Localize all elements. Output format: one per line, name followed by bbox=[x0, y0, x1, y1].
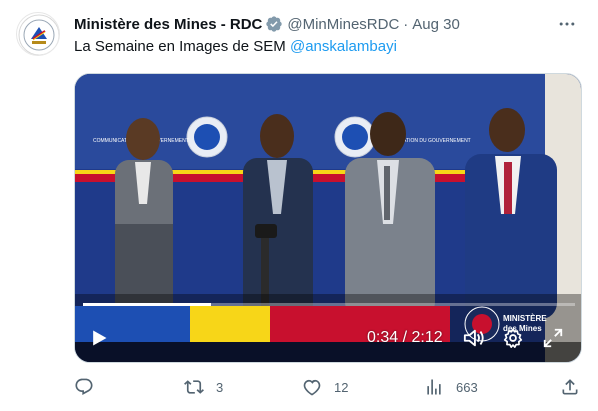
separator-dot: · bbox=[403, 15, 409, 33]
tweet-timestamp[interactable]: Aug 30 bbox=[412, 16, 460, 33]
play-icon[interactable] bbox=[87, 326, 111, 350]
like-button[interactable]: 12 bbox=[302, 375, 348, 399]
fullscreen-icon[interactable] bbox=[541, 326, 565, 350]
tweet-card[interactable]: Ministère des Mines - RDC @MinMinesRDC ·… bbox=[0, 0, 598, 411]
avatar[interactable] bbox=[16, 12, 60, 56]
analytics-icon bbox=[427, 379, 441, 395]
retweet-button[interactable]: 3 bbox=[184, 375, 223, 399]
more-dots-icon[interactable] bbox=[556, 13, 578, 35]
tweet-header: Ministère des Mines - RDC @MinMinesRDC ·… bbox=[74, 13, 574, 35]
like-count: 12 bbox=[334, 379, 349, 395]
verified-badge-icon[interactable] bbox=[265, 15, 283, 33]
share-icon bbox=[562, 379, 578, 395]
tweet-body: La Semaine en Images de SEM bbox=[74, 38, 286, 55]
retweet-count: 3 bbox=[216, 379, 224, 395]
author-handle[interactable]: @MinMinesRDC bbox=[287, 16, 399, 33]
views-button[interactable]: 663 bbox=[424, 375, 478, 399]
reply-icon bbox=[75, 378, 93, 396]
video-timecode: 0:34 / 2:12 bbox=[367, 329, 443, 346]
share-button[interactable] bbox=[560, 375, 580, 399]
volume-icon[interactable] bbox=[461, 326, 487, 350]
video-progress-bar[interactable] bbox=[83, 303, 575, 306]
view-count: 663 bbox=[456, 379, 478, 395]
tweet-text: La Semaine en Images de SEM @anskalambay… bbox=[74, 37, 397, 57]
author-name[interactable]: Ministère des Mines - RDC bbox=[74, 16, 262, 33]
mention-link[interactable]: @anskalambayi bbox=[290, 38, 397, 55]
heart-icon bbox=[303, 379, 321, 396]
video-player[interactable]: COMMUNICATION DU GOUVERNEMENT COMMUNICAT… bbox=[74, 73, 582, 363]
tweet-actions: 3 12 663 bbox=[74, 375, 584, 399]
video-controls: 0:34 / 2:12 bbox=[75, 316, 581, 362]
reply-button[interactable] bbox=[74, 375, 106, 399]
gear-icon[interactable] bbox=[501, 326, 525, 350]
video-progress-fill bbox=[83, 303, 211, 306]
ministry-logo-icon bbox=[18, 14, 59, 55]
retweet-icon bbox=[184, 380, 204, 394]
